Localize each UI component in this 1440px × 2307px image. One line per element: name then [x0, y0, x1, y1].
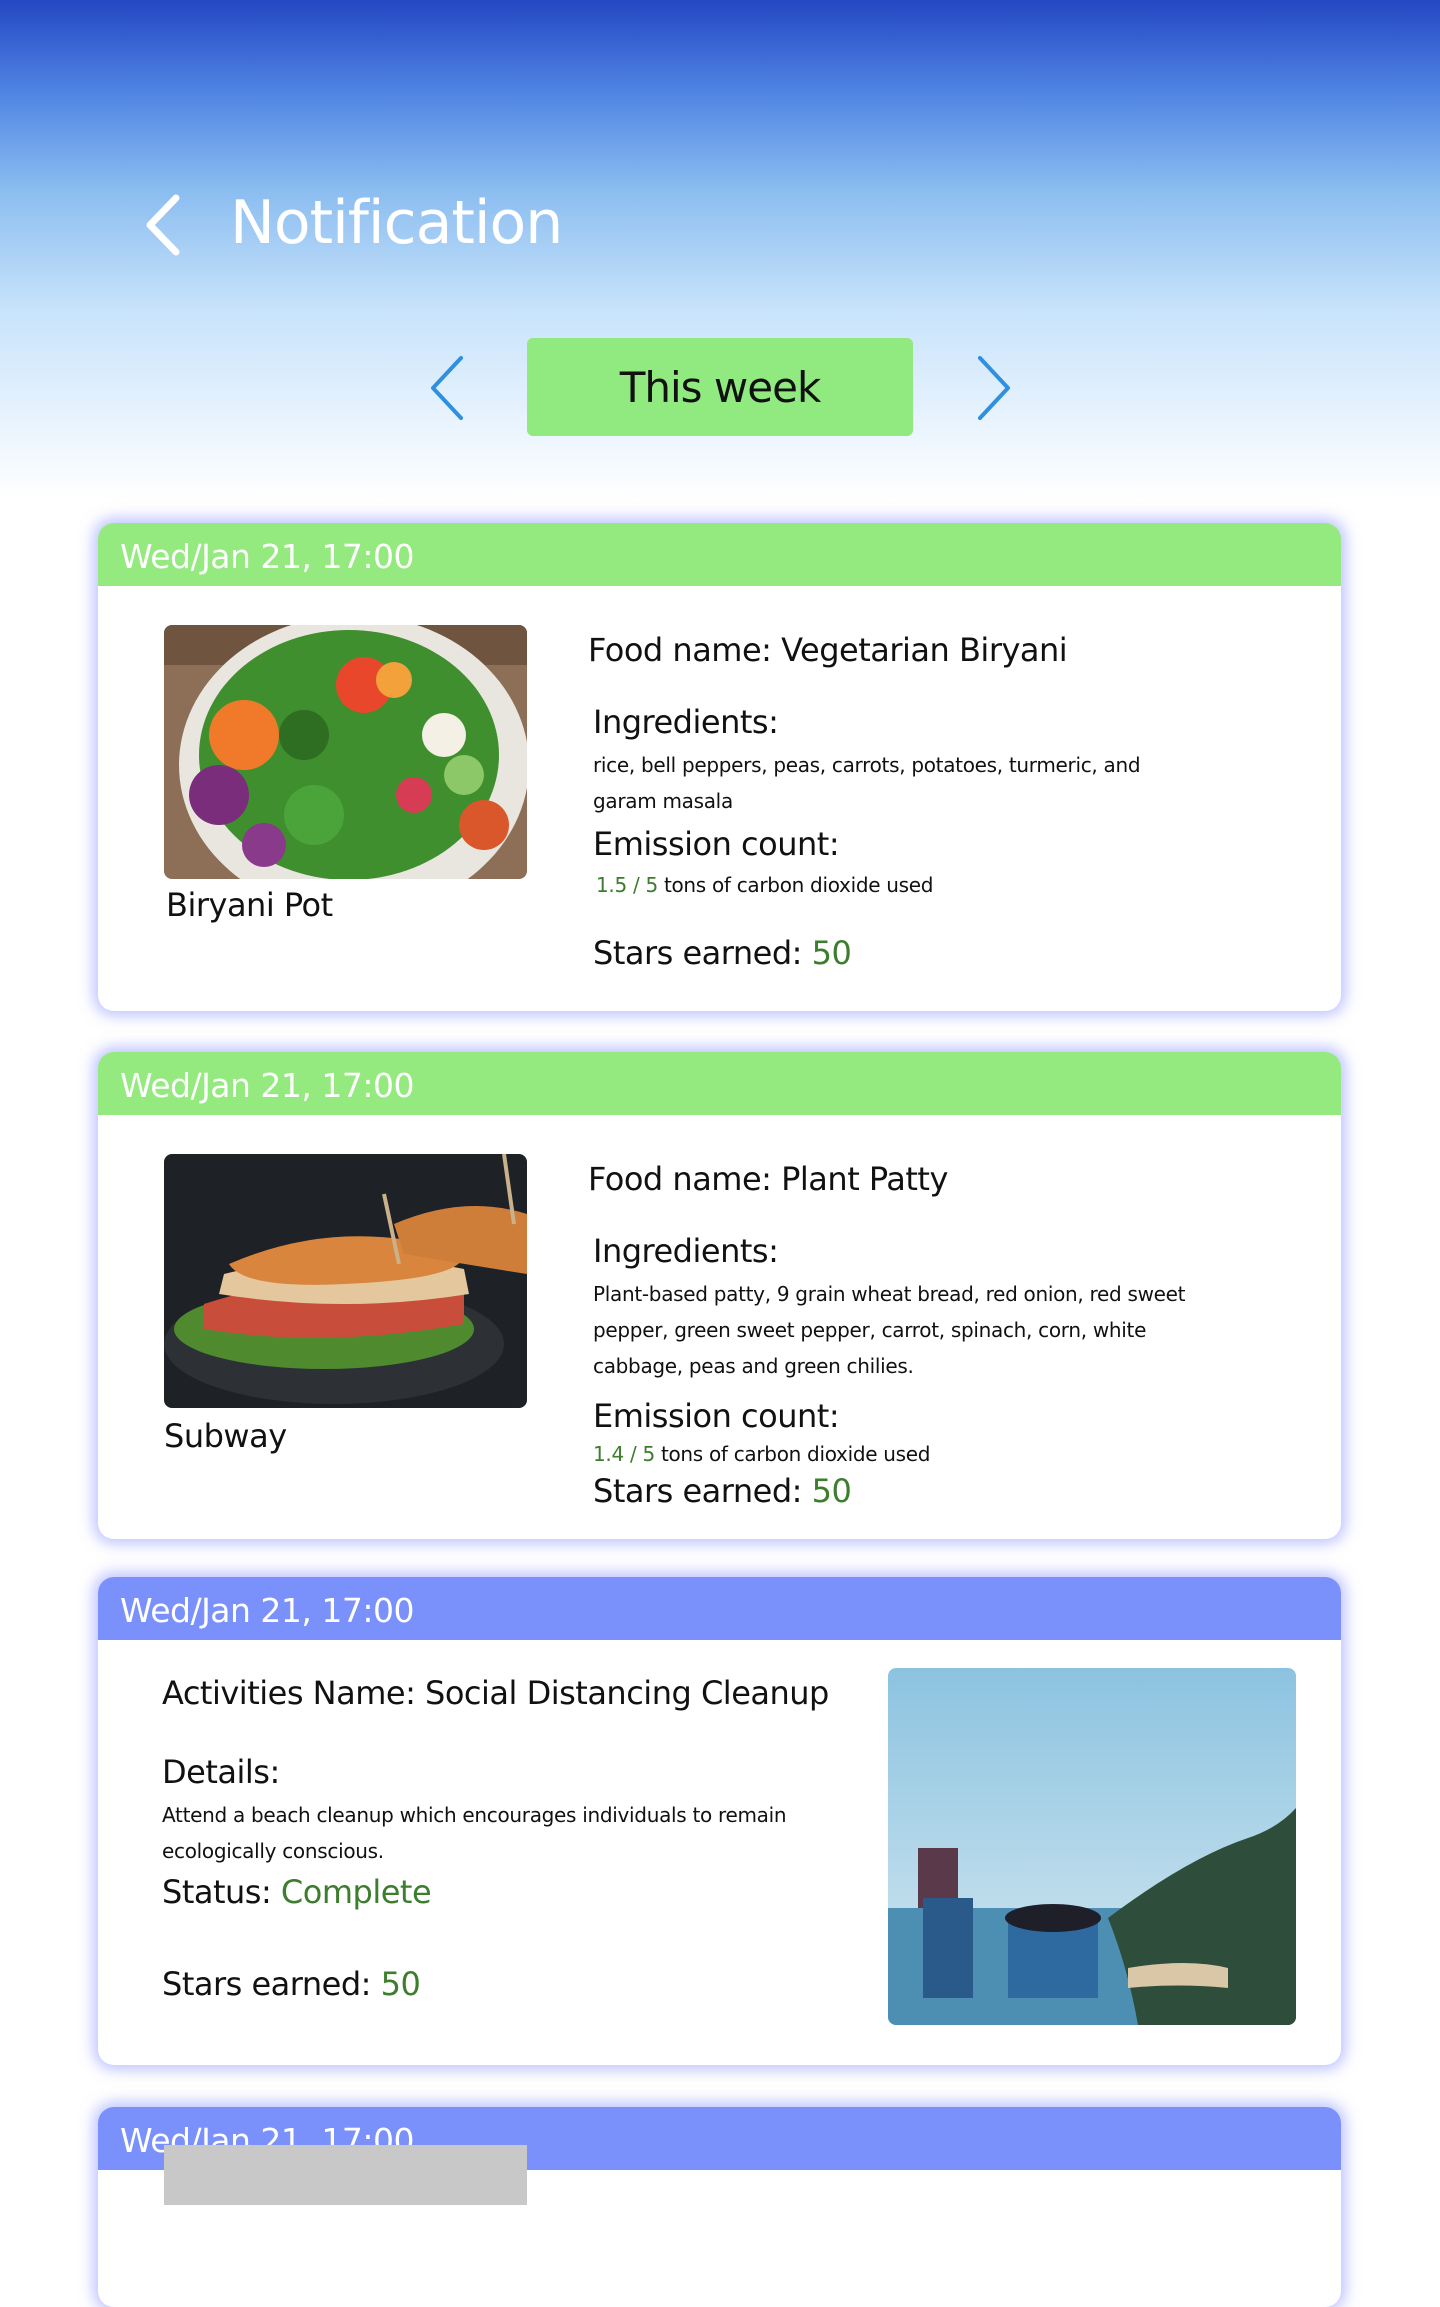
ingredients-label: Ingredients: [593, 1232, 779, 1270]
stars-value: 50 [811, 934, 852, 972]
food-name-value: Plant Patty [781, 1160, 948, 1198]
page-title: Notification [230, 188, 563, 258]
status-value: Complete [280, 1873, 432, 1911]
image-caption: Subway [164, 1417, 287, 1455]
food-image [164, 1154, 527, 1408]
stars-row: Stars earned: 50 [593, 1472, 852, 1510]
activity-name-label: Activities Name: [162, 1674, 426, 1712]
image-placeholder [164, 2145, 527, 2205]
ingredients-text: Plant-based patty, 9 grain wheat bread, … [593, 1282, 1186, 1378]
food-notification-card[interactable]: Wed/Jan 21, 17:00 Subway Food name: Plan… [98, 1052, 1341, 1539]
details-label: Details: [162, 1753, 280, 1791]
food-name-row: Food name: Plant Patty [588, 1160, 948, 1198]
emission-value: 1.4 / 5 [593, 1442, 655, 1466]
stars-label: Stars earned: [162, 1965, 381, 2003]
food-notification-card[interactable]: Wed/Jan 21, 17:00 Biryani Pot Food name:… [98, 523, 1341, 1011]
card-timestamp: Wed/Jan 21, 17:00 [98, 523, 1341, 586]
emission-row: 1.5 / 5 tons of carbon dioxide used [596, 873, 933, 897]
emission-row: 1.4 / 5 tons of carbon dioxide used [593, 1442, 930, 1466]
week-selector[interactable]: This week [527, 338, 913, 436]
image-caption: Biryani Pot [166, 886, 333, 924]
emission-label: Emission count: [593, 825, 840, 863]
food-name-value: Vegetarian Biryani [781, 631, 1068, 669]
stars-row: Stars earned: 50 [162, 1965, 421, 2003]
stars-row: Stars earned: 50 [593, 934, 852, 972]
chevron-right-icon [978, 356, 1010, 420]
status-row: Status: Complete [162, 1873, 432, 1911]
ingredients-text: rice, bell peppers, peas, carrots, potat… [593, 753, 1141, 813]
stars-value: 50 [811, 1472, 852, 1510]
ingredients-label: Ingredients: [593, 703, 779, 741]
details-text: Attend a beach cleanup which encourages … [162, 1803, 787, 1863]
stars-label: Stars earned: [593, 1472, 812, 1510]
food-notification-card[interactable]: Wed/Jan 21, 17:00 [98, 2107, 1341, 2307]
stars-label: Stars earned: [593, 934, 812, 972]
activity-notification-card[interactable]: Wed/Jan 21, 17:00 Activities Name: Socia… [98, 1577, 1341, 2065]
status-label: Status: [162, 1873, 281, 1911]
stars-value: 50 [380, 1965, 421, 2003]
emission-value: 1.5 / 5 [596, 873, 658, 897]
emission-unit: tons of carbon dioxide used [663, 873, 934, 897]
card-timestamp: Wed/Jan 21, 17:00 [98, 1577, 1341, 1640]
next-week-button[interactable] [968, 352, 1018, 424]
food-name-label: Food name: [588, 631, 782, 669]
emission-unit: tons of carbon dioxide used [660, 1442, 931, 1466]
activity-name-value: Social Distancing Cleanup [425, 1674, 829, 1712]
activity-image [888, 1668, 1296, 2025]
activity-name-row: Activities Name: Social Distancing Clean… [162, 1674, 829, 1712]
emission-label: Emission count: [593, 1397, 840, 1435]
chevron-left-icon [431, 356, 463, 420]
card-timestamp: Wed/Jan 21, 17:00 [98, 1052, 1341, 1115]
food-image [164, 625, 527, 879]
back-button[interactable] [140, 190, 190, 260]
chevron-left-icon [146, 194, 180, 256]
previous-week-button[interactable] [425, 352, 475, 424]
food-name-label: Food name: [588, 1160, 782, 1198]
food-name-row: Food name: Vegetarian Biryani [588, 631, 1068, 669]
